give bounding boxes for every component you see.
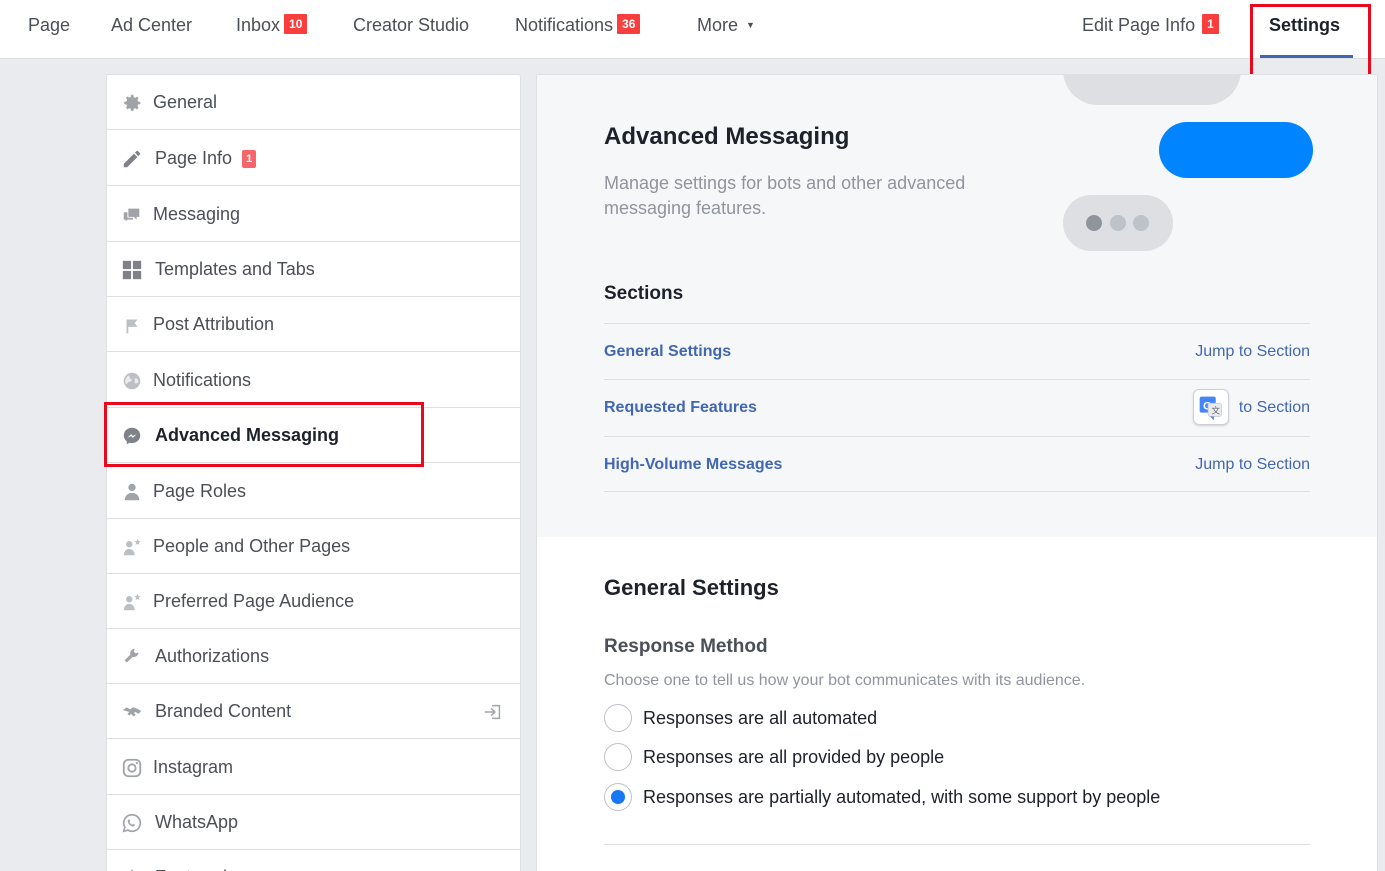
radio-label: Responses are all automated [643, 708, 878, 728]
nav-creator-studio[interactable]: Creator Studio [353, 0, 469, 59]
section-row-general-settings: General Settings Jump to Section [604, 323, 1310, 379]
inbox-count-badge: 10 [283, 13, 309, 35]
sidebar-item-label: Featured [155, 850, 227, 871]
typing-dot [1110, 215, 1126, 231]
section-link-general-settings[interactable]: General Settings [604, 324, 731, 380]
sidebar-item-label: Instagram [153, 757, 234, 777]
sidebar-item-featured[interactable]: Featured [107, 850, 520, 871]
main-content-panel: Advanced Messaging Manage settings for b… [536, 74, 1378, 871]
sidebar-item-label: Authorizations [155, 646, 270, 666]
flag-icon [121, 314, 143, 336]
page-title: Advanced Messaging [604, 123, 850, 150]
sidebar-item-label: Branded Content [155, 701, 292, 721]
sidebar-item-label: Page Info [155, 148, 233, 168]
response-method-heading: Response Method [604, 636, 768, 657]
sidebar-item-notifications[interactable]: Notifications [107, 353, 520, 408]
radio-button[interactable] [604, 704, 632, 732]
instagram-icon [121, 757, 143, 779]
nav-page-label: Page [28, 15, 71, 35]
sidebar-item-label: Notifications [153, 370, 252, 390]
sidebar-item-general[interactable]: General [107, 75, 520, 130]
svg-text:文: 文 [1211, 406, 1220, 417]
sidebar-item-label: Page Roles [153, 481, 247, 501]
whatsapp-icon [121, 812, 143, 834]
section-link-high-volume-messages[interactable]: High-Volume Messages [604, 437, 782, 493]
handshake-icon [121, 701, 143, 723]
sidebar-item-label: General [153, 92, 218, 112]
sidebar-item-branded-content[interactable]: Branded Content [107, 684, 520, 739]
nav-ad-center-label: Ad Center [111, 15, 193, 35]
chat-bubbles-icon [121, 204, 143, 226]
chat-bubble-illustration [1159, 122, 1313, 178]
wrench-icon [121, 646, 143, 668]
sidebar-item-people-and-other-pages[interactable]: People and Other Pages [107, 519, 520, 574]
section-row-high-volume-messages: High-Volume Messages Jump to Section [604, 436, 1310, 492]
nav-more-label: More [697, 15, 739, 35]
notifications-count-badge: 36 [616, 13, 642, 35]
sidebar-item-label: WhatsApp [155, 812, 239, 832]
highlight-box-advanced-messaging [104, 402, 424, 467]
enter-arrow-icon[interactable] [482, 701, 504, 723]
sidebar-item-page-roles[interactable]: Page Roles [107, 464, 520, 519]
nav-edit-page-info[interactable]: Edit Page Info 1 [1082, 0, 1220, 59]
nav-edit-page-info-label: Edit Page Info [1082, 15, 1196, 35]
advanced-messaging-header: Advanced Messaging Manage settings for b… [537, 75, 1377, 537]
person-star-icon [121, 591, 143, 613]
nav-page[interactable]: Page [28, 0, 70, 59]
pencil-icon [121, 148, 143, 170]
section-link-requested-features[interactable]: Requested Features [604, 380, 757, 436]
chat-bubble-illustration [1063, 75, 1241, 105]
gear-icon [121, 92, 143, 114]
sidebar-item-instagram[interactable]: Instagram [107, 740, 520, 795]
page-description: Manage settings for bots and other advan… [604, 173, 966, 218]
grid-icon [121, 259, 143, 281]
sidebar-item-messaging[interactable]: Messaging [107, 187, 520, 242]
page-info-badge: 1 [242, 150, 257, 168]
sidebar-item-authorizations[interactable]: Authorizations [107, 629, 520, 684]
radio-label: Responses are partially automated, with … [643, 787, 1161, 807]
jump-to-section-link[interactable]: Jump to Section [1195, 324, 1310, 380]
star-icon [121, 867, 143, 871]
google-translate-icon: G 文 [1199, 396, 1222, 421]
nav-more-dropdown[interactable]: More ▼ [697, 0, 755, 59]
sidebar-item-page-info[interactable]: Page Info 1 [107, 131, 520, 186]
settings-sidebar: General Page Info 1 Messaging Templates a… [106, 74, 521, 871]
sidebar-item-label: Preferred Page Audience [153, 591, 355, 611]
radio-button[interactable] [604, 743, 632, 771]
nav-inbox-label: Inbox [236, 15, 281, 35]
jump-to-section-link[interactable]: Jump to Section [1195, 437, 1310, 493]
sidebar-item-post-attribution[interactable]: Post Attribution [107, 297, 520, 352]
person-icon [121, 481, 143, 503]
sidebar-item-label: Post Attribution [153, 314, 275, 334]
general-settings-heading: General Settings [604, 575, 779, 600]
nav-notifications[interactable]: Notifications 36 [515, 0, 642, 59]
sections-heading: Sections [604, 283, 684, 304]
response-method-description: Choose one to tell us how your bot commu… [604, 672, 1086, 689]
sidebar-item-label: Templates and Tabs [155, 259, 315, 279]
sidebar-item-preferred-page-audience[interactable]: Preferred Page Audience [107, 574, 520, 629]
sidebar-item-label: Messaging [153, 204, 241, 224]
nav-inbox[interactable]: Inbox 10 [236, 0, 309, 59]
highlight-box-settings [1250, 4, 1371, 77]
typing-dot [1086, 215, 1102, 231]
radio-label: Responses are all provided by people [643, 747, 945, 767]
sidebar-item-whatsapp[interactable]: WhatsApp [107, 795, 520, 850]
sidebar-item-templates-and-tabs[interactable]: Templates and Tabs [107, 242, 520, 297]
globe-icon [121, 370, 143, 392]
nav-ad-center[interactable]: Ad Center [111, 0, 192, 59]
caret-down-icon: ▼ [746, 20, 755, 30]
top-navigation: Page Ad Center Inbox 10 Creator Studio No… [0, 0, 1385, 59]
divider [604, 844, 1310, 845]
edit-page-info-badge: 1 [1201, 13, 1220, 35]
nav-creator-studio-label: Creator Studio [353, 15, 470, 35]
typing-dot [1133, 215, 1149, 231]
typing-indicator-illustration [1063, 195, 1173, 251]
person-star-icon [121, 536, 143, 558]
nav-notifications-label: Notifications [515, 15, 614, 35]
radio-button-selected[interactable] [604, 783, 632, 811]
google-translate-widget[interactable]: G 文 [1193, 389, 1229, 425]
sidebar-item-label: People and Other Pages [153, 536, 351, 556]
jump-to-section-link[interactable]: to Section [1239, 380, 1310, 436]
